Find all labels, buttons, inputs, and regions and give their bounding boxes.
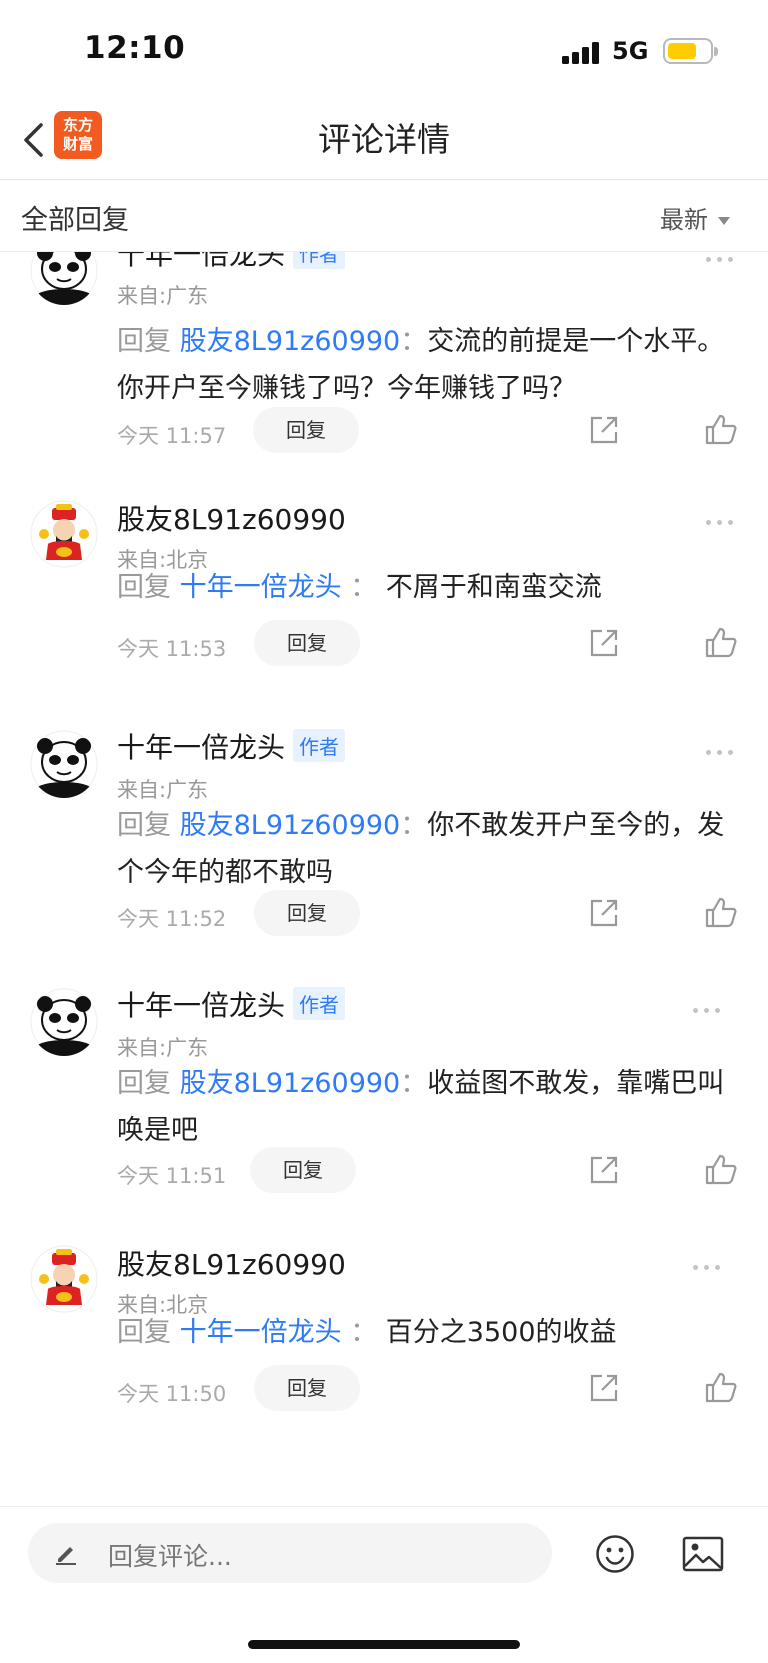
comment-username[interactable]: 股友8L91z60990 <box>117 498 346 538</box>
author-badge: 作者 <box>293 252 346 269</box>
share-icon[interactable] <box>588 897 620 929</box>
more-icon[interactable] <box>706 517 736 527</box>
like-icon[interactable] <box>704 1370 738 1404</box>
avatar[interactable] <box>30 988 98 1056</box>
page-title: 评论详情 <box>318 120 450 159</box>
more-icon[interactable] <box>706 747 736 757</box>
reply-button[interactable]: 回复 <box>250 1147 356 1193</box>
avatar[interactable] <box>30 500 98 568</box>
share-icon[interactable] <box>588 1154 620 1186</box>
reply-button[interactable]: 回复 <box>254 890 360 936</box>
image-icon[interactable] <box>682 1536 724 1572</box>
reply-input-bar: 回复评论... <box>0 1506 768 1609</box>
comment-text[interactable]: 回复 股友8L91z60990：交流的前提是一个水平。你开户至今赚钱了吗？今年赚… <box>117 318 727 412</box>
sort-label: 最新 <box>660 206 708 234</box>
avatar[interactable] <box>30 1245 98 1313</box>
reply-placeholder: 回复评论... <box>108 1542 232 1571</box>
reply-button[interactable]: 回复 <box>254 620 360 666</box>
status-time: 12:10 <box>84 30 186 66</box>
comment-text[interactable]: 回复 股友8L91z60990：你不敢发开户至今的，发个今年的都不敢吗 <box>117 802 727 896</box>
comment-text[interactable]: 回复 十年一倍龙头 ： 不屑于和南蛮交流 <box>117 564 727 611</box>
like-icon[interactable] <box>704 895 738 929</box>
mention-link[interactable]: 股友8L91z60990 <box>180 1068 401 1099</box>
avatar[interactable] <box>30 252 98 305</box>
comment-time: 今天 11:57 <box>117 424 227 448</box>
more-icon[interactable] <box>706 254 736 264</box>
reply-button[interactable]: 回复 <box>253 407 359 453</box>
author-badge: 作者 <box>293 729 346 762</box>
comment-username[interactable]: 十年一倍龙头 作者 <box>117 984 346 1024</box>
comment-time: 今天 11:52 <box>117 907 227 931</box>
sort-dropdown[interactable]: 最新 <box>660 200 730 235</box>
share-icon[interactable] <box>588 627 620 659</box>
author-badge: 作者 <box>293 987 346 1020</box>
comment-time: 今天 11:50 <box>117 1382 227 1406</box>
comment-location: 来自:广东 <box>117 1036 209 1060</box>
reply-input[interactable]: 回复评论... <box>28 1523 552 1583</box>
mention-link[interactable]: 股友8L91z60990 <box>180 810 401 841</box>
comment-username[interactable]: 十年一倍龙头 作者 <box>117 726 346 766</box>
pencil-icon <box>56 1547 76 1565</box>
comment-text[interactable]: 回复 股友8L91z60990：收益图不敢发，靠嘴巴叫唤是吧 <box>117 1060 727 1154</box>
more-icon[interactable] <box>693 1005 723 1015</box>
share-icon[interactable] <box>588 414 620 446</box>
more-icon[interactable] <box>693 1262 723 1272</box>
emoji-icon[interactable] <box>595 1534 635 1574</box>
comment-username[interactable]: 股友8L91z60990 <box>117 1243 346 1283</box>
caret-down-icon <box>718 217 730 225</box>
network-label: 5G <box>612 37 649 65</box>
comment-username[interactable]: 十年一倍龙头 作者 <box>117 252 346 273</box>
battery-icon <box>663 38 718 64</box>
comment-text[interactable]: 回复 十年一倍龙头 ： 百分之3500的收益 <box>117 1309 727 1356</box>
like-icon[interactable] <box>704 625 738 659</box>
home-indicator <box>248 1640 520 1649</box>
mention-link[interactable]: 十年一倍龙头 <box>180 1317 342 1348</box>
signal-icon <box>562 40 602 64</box>
avatar[interactable] <box>30 730 98 798</box>
comment-location: 来自:广东 <box>117 778 209 802</box>
status-bar: 12:10 5G <box>0 0 768 100</box>
like-icon[interactable] <box>704 412 738 446</box>
mention-link[interactable]: 十年一倍龙头 <box>180 572 342 603</box>
reply-button[interactable]: 回复 <box>254 1365 360 1411</box>
like-icon[interactable] <box>704 1152 738 1186</box>
share-icon[interactable] <box>588 1372 620 1404</box>
comment-location: 来自:广东 <box>117 284 209 308</box>
mention-link[interactable]: 股友8L91z60990 <box>180 326 401 357</box>
comment-time: 今天 11:51 <box>117 1164 227 1188</box>
section-title: 全部回复 <box>21 205 129 236</box>
section-header: 全部回复 最新 <box>0 181 768 252</box>
comment-list[interactable]: 十年一倍龙头 作者 来自:广东 回复 股友8L91z60990：交流的前提是一个水… <box>0 252 768 1508</box>
comment-time: 今天 11:53 <box>117 637 227 661</box>
